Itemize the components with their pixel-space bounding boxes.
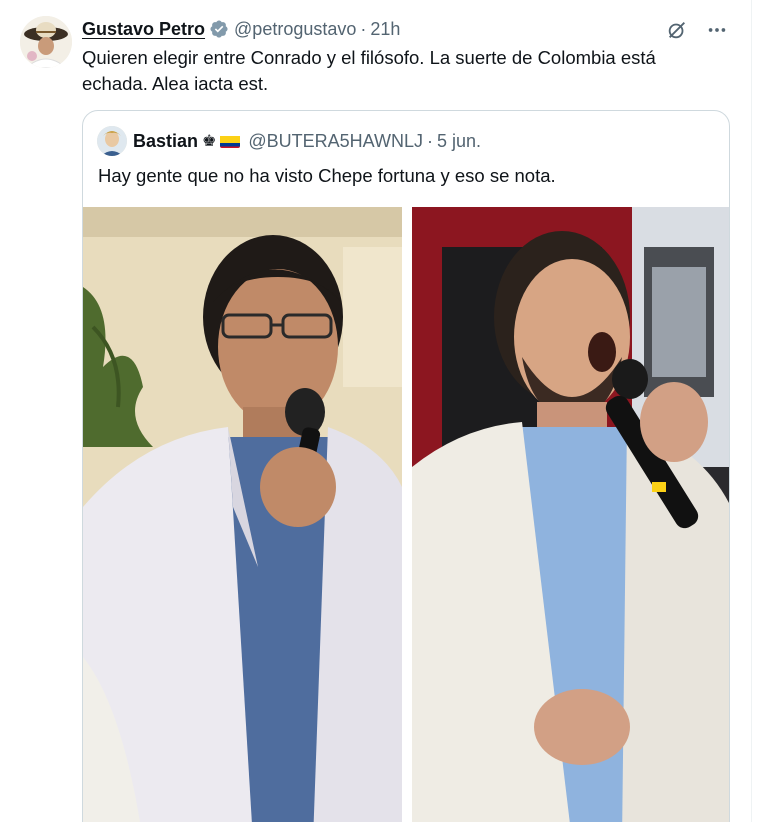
- author-handle[interactable]: @petrogustavo: [234, 19, 356, 40]
- colombia-flag-icon: [220, 134, 241, 148]
- verified-badge-icon[interactable]: [209, 19, 229, 39]
- tweet-header: Gustavo Petro @petrogustavo · 21h: [82, 16, 400, 42]
- photo-man-white-jacket-beard-microphone[interactable]: [412, 207, 729, 822]
- quoted-tweet-text: Hay gente que no ha visto Chepe fortuna …: [98, 165, 556, 186]
- quoted-tweet-date[interactable]: 5 jun.: [437, 131, 481, 152]
- author-avatar[interactable]: [20, 16, 72, 68]
- crown-glyph: ♚: [202, 133, 217, 150]
- more-options-icon[interactable]: [705, 18, 729, 42]
- tweet-text: Quieren elegir entre Conrado y el filóso…: [82, 47, 656, 94]
- quoted-author-name[interactable]: Bastian: [133, 131, 198, 152]
- tweet-time[interactable]: 21h: [370, 19, 400, 40]
- quoted-author-avatar[interactable]: [97, 126, 127, 156]
- author-name[interactable]: Gustavo Petro: [82, 19, 205, 40]
- separator-dot: ·: [427, 130, 434, 151]
- tweet-card[interactable]: Gustavo Petro @petrogustavo · 21h Quiere…: [0, 0, 752, 822]
- quoted-author-handle[interactable]: @BUTERA5HAWNLJ: [248, 131, 423, 152]
- separator-dot: ·: [360, 18, 367, 39]
- quoted-tweet-header: Bastian ♚ @BUTERA5HAWNLJ · 5 jun.: [97, 126, 481, 156]
- grok-icon[interactable]: [665, 18, 689, 42]
- quoted-media: [83, 207, 729, 822]
- quoted-tweet[interactable]: Bastian ♚ @BUTERA5HAWNLJ · 5 jun. Hay ge…: [82, 110, 730, 822]
- tweet-actions: [665, 18, 729, 42]
- photo-man-white-jacket-glasses[interactable]: [83, 207, 402, 822]
